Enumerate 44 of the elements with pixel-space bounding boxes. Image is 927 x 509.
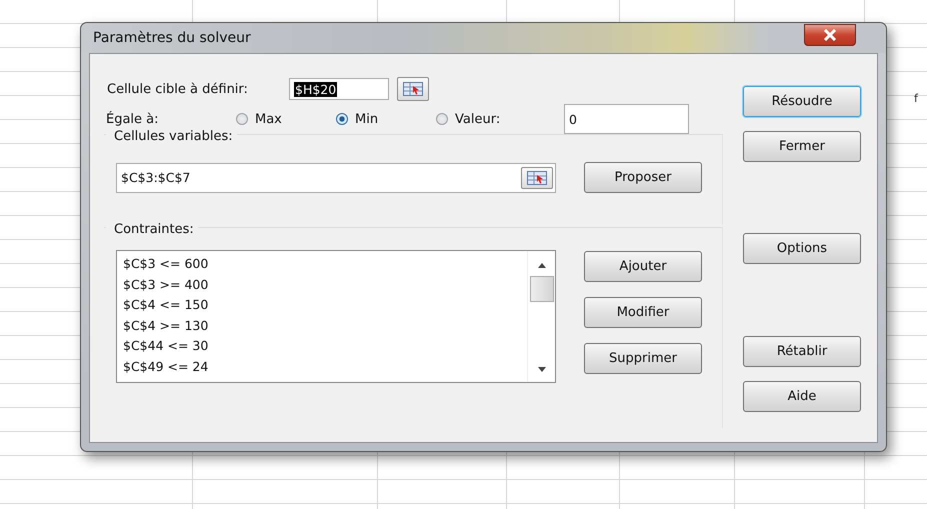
dialog-button[interactable]: Fermer [743, 131, 861, 162]
constraints-list[interactable]: $C$3 <= 600 $C$3 >= 400 $C$4 <= 150 $C$4 >= 130 $C$44 <= 30 $C$49 <= 24 [116, 250, 556, 383]
constraint-item[interactable]: $C$3 >= 400 [123, 274, 208, 295]
radio-label: Max [255, 112, 282, 126]
cell-text: f [914, 92, 918, 105]
dialog-button[interactable]: Résoudre [743, 86, 861, 117]
variable-cells-value: $C$3:$C$7 [121, 170, 190, 185]
scroll-down-icon[interactable] [538, 367, 546, 372]
radio-option[interactable]: Valeur: [436, 112, 564, 126]
target-cell-field[interactable]: $H$20 [289, 78, 389, 100]
scroll-thumb[interactable] [530, 276, 554, 302]
scroll-up-icon[interactable] [538, 263, 546, 268]
target-cell-value: $H$20 [294, 82, 338, 96]
constraint-item[interactable]: $C$4 <= 150 [123, 295, 208, 316]
dialog-button[interactable]: Options [743, 233, 861, 264]
range-picker-button[interactable] [397, 77, 429, 101]
radio-button[interactable] [436, 113, 448, 125]
radio-label: Valeur: [455, 112, 500, 126]
value-field[interactable]: 0 [564, 104, 689, 134]
constraint-button[interactable]: Ajouter [584, 251, 702, 282]
constraint-item[interactable]: $C$4 >= 130 [123, 316, 208, 336]
constraint-button[interactable]: Supprimer [584, 343, 702, 374]
table-arrow-icon [403, 82, 423, 96]
window-title: Paramètres du solveur [93, 30, 251, 46]
scrollbar[interactable] [527, 251, 555, 382]
radio-button[interactable] [236, 113, 248, 125]
radio-label: Min [355, 112, 378, 126]
equal-to-label: Égale à: [106, 112, 160, 126]
table-arrow-icon [527, 170, 547, 184]
radio-button[interactable] [336, 113, 348, 125]
target-cell-label: Cellule cible à définir: [107, 82, 249, 96]
close-button[interactable] [804, 24, 856, 46]
constraint-item[interactable]: $C$49 <= 24 [123, 356, 208, 377]
close-icon [823, 29, 837, 41]
constraint-item[interactable]: $C$3 <= 600 [123, 254, 208, 274]
variable-cells-field[interactable]: $C$3:$C$7 [116, 162, 556, 192]
radio-option[interactable]: Min [336, 112, 436, 126]
radio-option[interactable]: Max [236, 112, 336, 126]
constraint-button[interactable]: Modifier [584, 297, 702, 328]
range-picker-button[interactable] [521, 166, 553, 188]
propose-button[interactable]: Proposer [584, 162, 702, 193]
constraint-item[interactable]: $C$44 <= 30 [123, 336, 208, 356]
dialog-button[interactable]: Rétablir [743, 336, 861, 367]
dialog-button[interactable]: Aide [743, 381, 861, 412]
